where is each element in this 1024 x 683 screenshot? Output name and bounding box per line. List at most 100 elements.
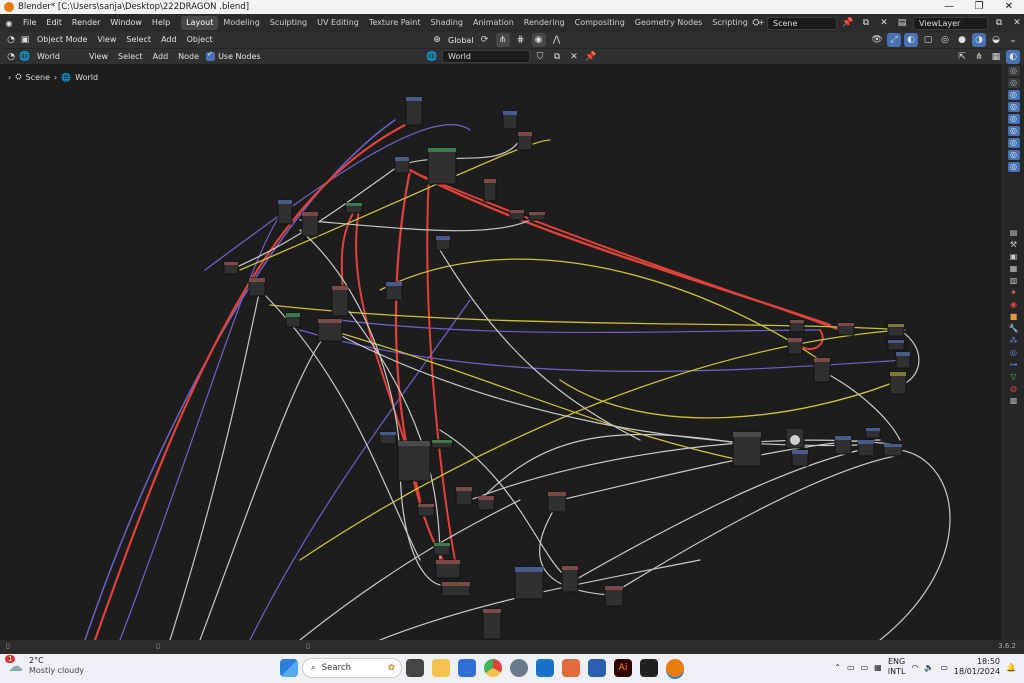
viewport-menu-object[interactable]: Object [182, 32, 218, 48]
node-menu-select[interactable]: Select [113, 49, 148, 65]
sticky-app-icon[interactable] [640, 659, 658, 677]
node[interactable] [509, 209, 525, 221]
pin-icon[interactable]: 📌 [841, 16, 855, 30]
notifications-icon[interactable]: 🔔 [1006, 663, 1016, 672]
world-name-field[interactable]: World [442, 50, 530, 63]
tab-sculpting[interactable]: Sculpting [265, 16, 312, 30]
node[interactable] [834, 435, 852, 455]
tab-modeling[interactable]: Modeling [218, 16, 264, 30]
blender-taskbar-icon[interactable] [666, 659, 684, 677]
delete-scene-icon[interactable]: ✕ [877, 16, 891, 30]
minimize-button[interactable]: — [934, 0, 964, 14]
chrome-icon[interactable] [484, 659, 502, 677]
camera-visibility-icon[interactable]: ◎ [1007, 162, 1020, 172]
node[interactable] [887, 323, 905, 337]
solid-shading-icon[interactable]: ● [955, 33, 969, 47]
shader-type-dropdown[interactable]: World [32, 49, 84, 65]
menu-window[interactable]: Window [105, 14, 147, 32]
editor-type-icon[interactable]: ◔ [4, 33, 18, 47]
clock[interactable]: 18:50 18/01/2024 [954, 657, 1000, 677]
camera-visibility-icon[interactable]: ◎ [1007, 102, 1020, 112]
node[interactable] [604, 585, 624, 607]
material-properties-icon[interactable]: ◍ [1008, 384, 1020, 394]
pivot-icon[interactable]: ⟳ [478, 33, 492, 47]
node[interactable] [285, 312, 301, 328]
node[interactable] [248, 277, 266, 297]
node-editor-canvas[interactable] [0, 64, 1002, 640]
node-menu-view[interactable]: View [84, 49, 113, 65]
transform-orientation[interactable]: Global [448, 36, 474, 45]
viewport-menu-select[interactable]: Select [121, 32, 156, 48]
node[interactable] [482, 608, 502, 640]
object-mode-icon[interactable]: ▣ [18, 33, 32, 47]
new-scene-icon[interactable]: ⧉ [859, 16, 873, 30]
task-view-icon[interactable] [406, 659, 424, 677]
office-app-icon[interactable] [562, 659, 580, 677]
falloff-icon[interactable]: ⋀ [550, 33, 564, 47]
node[interactable] [785, 427, 805, 449]
node[interactable] [431, 439, 453, 449]
node[interactable] [887, 339, 905, 351]
world-properties-icon[interactable]: ◉ [1008, 300, 1020, 310]
node[interactable] [895, 351, 911, 369]
node[interactable] [397, 440, 431, 482]
viewport-menu-view[interactable]: View [92, 32, 121, 48]
illustrator-icon[interactable]: Ai [614, 659, 632, 677]
gizmo-icon[interactable]: ⤢ [887, 33, 901, 47]
node[interactable] [732, 431, 762, 467]
node[interactable] [301, 211, 319, 237]
object-properties-icon[interactable]: ■ [1008, 312, 1020, 322]
battery-icon[interactable]: ▭ [940, 663, 948, 672]
node[interactable] [435, 235, 451, 251]
tab-scripting[interactable]: Scripting [707, 16, 753, 30]
camera-visibility-icon[interactable]: ◎ [1007, 66, 1020, 76]
mail-icon[interactable] [588, 659, 606, 677]
outlook-icon[interactable] [536, 659, 554, 677]
menu-edit[interactable]: Edit [41, 14, 67, 32]
node[interactable] [791, 449, 809, 467]
parent-node-tree-icon[interactable]: ⇱ [955, 50, 969, 64]
render-properties-icon[interactable]: ▣ [1008, 252, 1020, 262]
rendered-shading-icon[interactable]: ◒ [989, 33, 1003, 47]
scene-icon[interactable]: ⛭ [749, 16, 763, 30]
microsoft-store-icon[interactable] [458, 659, 476, 677]
close-button[interactable]: ✕ [994, 0, 1024, 14]
tab-geometry-nodes[interactable]: Geometry Nodes [630, 16, 707, 30]
world-browse-icon[interactable]: 🌐 [425, 50, 439, 64]
physics-properties-icon[interactable]: ◎ [1008, 348, 1020, 358]
camera-visibility-icon[interactable]: ◎ [1007, 114, 1020, 124]
snap-increment-icon[interactable]: ⋕ [514, 33, 528, 47]
viewport-menu-add[interactable]: Add [156, 32, 182, 48]
node[interactable] [837, 322, 855, 336]
transform-orientation-icon[interactable]: ⊕ [430, 33, 444, 47]
tab-layout[interactable]: Layout [181, 16, 219, 30]
language-indicator[interactable]: ENG INTL [888, 657, 906, 677]
node[interactable] [433, 542, 451, 556]
tray-display-icon[interactable]: ▭ [861, 663, 869, 672]
breadcrumb-scene[interactable]: Scene [26, 73, 50, 82]
camera-visibility-icon[interactable]: ◎ [1007, 78, 1020, 88]
node[interactable] [813, 357, 831, 383]
wireframe-shading-icon[interactable]: ◎ [938, 33, 952, 47]
camera-visibility-icon[interactable]: ◎ [1007, 150, 1020, 160]
node-overlay-icon[interactable]: ◐ [1006, 49, 1020, 64]
camera-visibility-icon[interactable]: ◎ [1007, 138, 1020, 148]
camera-visibility-icon[interactable]: ◎ [1007, 126, 1020, 136]
node-menu-node[interactable]: Node [173, 49, 204, 65]
view-layer-properties-icon[interactable]: ▥ [1008, 276, 1020, 286]
world-shader-icon[interactable]: 🌐 [18, 50, 32, 64]
node[interactable] [561, 565, 579, 593]
tray-app-icon[interactable]: ▦ [874, 663, 882, 672]
node[interactable] [277, 199, 293, 225]
tool-settings-icon[interactable]: ⚒ [1008, 240, 1020, 250]
xray-icon[interactable]: ▢ [921, 33, 935, 47]
node[interactable] [417, 503, 435, 517]
node[interactable] [477, 495, 495, 511]
taskbar-search[interactable]: ⌕ Search ✿ [302, 658, 402, 678]
wifi-icon[interactable]: ◠ [911, 663, 918, 672]
properties-editor-icon[interactable]: ▤ [1008, 228, 1020, 238]
scene-field[interactable]: Scene [767, 16, 837, 30]
data-properties-icon[interactable]: ▽ [1008, 372, 1020, 382]
node[interactable] [789, 319, 805, 333]
proportional-edit-icon[interactable]: ◉ [531, 33, 546, 47]
